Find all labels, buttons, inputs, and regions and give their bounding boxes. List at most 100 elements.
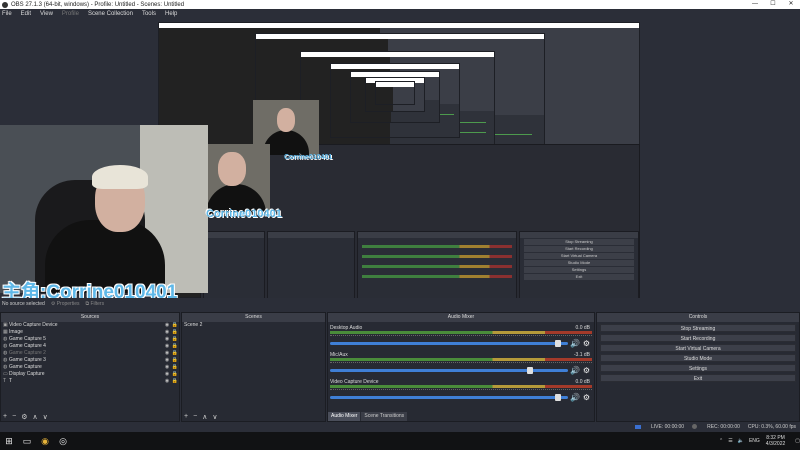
remove-source-button[interactable]: − xyxy=(12,413,16,420)
lock-icon[interactable]: 🔒 xyxy=(171,322,179,329)
window-title: OBS 27.1.3 (64-bit, windows) - Profile: … xyxy=(11,1,185,8)
visibility-eye-icon[interactable]: ◉ xyxy=(163,364,171,371)
visibility-eye-icon[interactable]: ◉ xyxy=(163,378,171,385)
menu-help[interactable]: Help xyxy=(165,11,177,17)
maximize-button[interactable]: ☐ xyxy=(764,0,782,9)
lock-icon[interactable]: 🔒 xyxy=(171,350,179,357)
source-label: Game Capture 5 xyxy=(9,336,46,342)
inner-stop-streaming: Stop Streaming xyxy=(524,239,634,245)
speaker-icon[interactable]: 🔊 xyxy=(570,366,580,375)
source-label: Game Capture 3 xyxy=(9,357,46,363)
lock-icon[interactable]: 🔒 xyxy=(171,371,179,378)
minimize-button[interactable]: — xyxy=(746,0,764,9)
volume-slider[interactable] xyxy=(330,342,568,345)
source-item[interactable]: ◍ Game Capture 3 ◉ 🔒 xyxy=(1,357,179,364)
lock-icon[interactable]: 🔒 xyxy=(171,329,179,336)
start-recording-button[interactable]: Start Recording xyxy=(600,334,796,342)
menu-view[interactable]: View xyxy=(40,11,53,17)
gear-icon[interactable]: ⚙ xyxy=(583,366,590,375)
window-controls: — ☐ ✕ xyxy=(746,0,800,9)
visibility-eye-icon[interactable]: ◉ xyxy=(163,357,171,364)
speaker-icon[interactable]: 🔊 xyxy=(570,339,580,348)
scene-down-button[interactable]: ∨ xyxy=(212,413,217,421)
volume-slider-knob[interactable] xyxy=(555,340,561,347)
source-label: T xyxy=(9,378,13,384)
visibility-eye-icon[interactable]: ◉ xyxy=(163,322,171,329)
volume-slider-knob[interactable] xyxy=(555,394,561,401)
visibility-eye-icon[interactable]: ◉ xyxy=(163,336,171,343)
source-down-button[interactable]: ∨ xyxy=(43,413,48,421)
visibility-eye-icon[interactable]: ◉ xyxy=(163,350,171,357)
sources-list: ▣ Video Capture Device ◉ 🔒 ▦ Image ◉ 🔒 ◍ Game Cap… xyxy=(1,322,179,385)
level-meter xyxy=(330,331,592,334)
studio-mode-button[interactable]: Studio Mode xyxy=(600,354,796,362)
language-indicator[interactable]: ENG xyxy=(749,438,760,444)
add-source-button[interactable]: + xyxy=(3,413,7,420)
menu-edit[interactable]: Edit xyxy=(21,11,31,17)
scenes-toolbar: + − ∧ ∨ xyxy=(182,412,325,421)
source-item[interactable]: ▣ Video Capture Device ◉ 🔒 xyxy=(1,322,179,329)
visibility-eye-icon[interactable]: ◉ xyxy=(163,343,171,350)
close-button[interactable]: ✕ xyxy=(782,0,800,9)
exit-button[interactable]: Exit xyxy=(600,374,796,382)
source-item[interactable]: ▭ Display Capture ◉ 🔒 xyxy=(1,371,179,378)
menu-file[interactable]: File xyxy=(2,11,12,17)
stop-streaming-button[interactable]: Stop Streaming xyxy=(600,324,796,332)
properties-button[interactable]: ⚙ Properties xyxy=(51,301,80,307)
source-item[interactable]: ◍ Game Capture 4 ◉ 🔒 xyxy=(1,343,179,350)
obs-taskbar-icon[interactable]: ◎ xyxy=(54,432,72,450)
volume-slider-knob[interactable] xyxy=(527,367,533,374)
tab-scene-transitions[interactable]: Scene Transitions xyxy=(361,412,408,421)
windows-start-icon[interactable]: ⊞ xyxy=(0,432,18,450)
mixer-channel: Video Capture Device 0.0 dB 🔊 ⚙ xyxy=(330,379,592,403)
nested-capture-7 xyxy=(375,81,415,105)
menu-scene-collection[interactable]: Scene Collection xyxy=(88,11,133,17)
chrome-icon[interactable]: ◉ xyxy=(36,432,54,450)
lock-icon[interactable]: 🔒 xyxy=(171,336,179,343)
source-item[interactable]: ▦ Image ◉ 🔒 xyxy=(1,329,179,336)
gear-icon[interactable]: ⚙ xyxy=(583,339,590,348)
filters-button[interactable]: ⧉ Filters xyxy=(85,301,104,307)
speaker-icon[interactable]: 🔊 xyxy=(570,393,580,402)
volume-slider[interactable] xyxy=(330,396,568,399)
source-item[interactable]: ◍ Game Capture ◉ 🔒 xyxy=(1,364,179,371)
notifications-icon[interactable]: ▢ xyxy=(795,438,800,444)
menu-profile[interactable]: Profile xyxy=(62,11,79,17)
settings-button[interactable]: Settings xyxy=(600,364,796,372)
source-settings-button[interactable]: ⚙ xyxy=(21,413,27,421)
lock-icon[interactable]: 🔒 xyxy=(171,357,179,364)
lock-icon[interactable]: 🔒 xyxy=(171,378,179,385)
gear-icon[interactable]: ⚙ xyxy=(583,393,590,402)
start-virtual-camera-button[interactable]: Start Virtual Camera xyxy=(600,344,796,352)
system-tray: ⌃ ☰ 🔈 ENG 8:32 PM 4/3/2022 ▢ xyxy=(714,435,800,447)
lock-icon[interactable]: 🔒 xyxy=(171,364,179,371)
remove-scene-button[interactable]: − xyxy=(193,413,197,420)
source-item[interactable]: T T ◉ 🔒 xyxy=(1,378,179,385)
sources-dock: Sources ▣ Video Capture Device ◉ 🔒 ▦ Image ◉ 🔒 ◍… xyxy=(0,312,180,422)
sources-title: Sources xyxy=(1,313,179,322)
tray-chevron-icon[interactable]: ⌃ xyxy=(719,438,723,444)
source-up-button[interactable]: ∧ xyxy=(32,413,37,421)
lock-icon[interactable]: 🔒 xyxy=(171,343,179,350)
add-scene-button[interactable]: + xyxy=(184,413,188,420)
volume-icon[interactable]: 🔈 xyxy=(738,438,744,444)
rec-status: REC: 00:00:00 xyxy=(692,424,740,430)
source-item[interactable]: ◍ Game Capture 2 ◉ 🔒 xyxy=(1,350,179,357)
preview-canvas[interactable]: Stop Streaming Start Recording Start Vir… xyxy=(0,19,800,310)
scene-up-button[interactable]: ∧ xyxy=(202,413,207,421)
source-label: Game Capture xyxy=(9,364,42,370)
visibility-eye-icon[interactable]: ◉ xyxy=(163,329,171,336)
tab-audio-mixer[interactable]: Audio Mixer xyxy=(328,412,361,421)
clock[interactable]: 8:32 PM 4/3/2022 xyxy=(766,435,785,447)
task-view-icon[interactable]: ▭ xyxy=(18,432,36,450)
scene-item[interactable]: Scene 2 xyxy=(182,322,325,329)
cpu-status: CPU: 0.3%, 60.00 fps xyxy=(747,424,796,430)
level-meter xyxy=(330,358,592,361)
network-icon[interactable]: ☰ xyxy=(728,438,732,444)
clock-date: 4/3/2022 xyxy=(765,441,786,447)
source-item[interactable]: ◍ Game Capture 5 ◉ 🔒 xyxy=(1,336,179,343)
source-toolbar: No source selected ⚙ Properties ⧉ Filter… xyxy=(0,298,800,310)
visibility-eye-icon[interactable]: ◉ xyxy=(163,371,171,378)
obs-logo-icon xyxy=(2,1,8,8)
menu-tools[interactable]: Tools xyxy=(142,11,156,17)
